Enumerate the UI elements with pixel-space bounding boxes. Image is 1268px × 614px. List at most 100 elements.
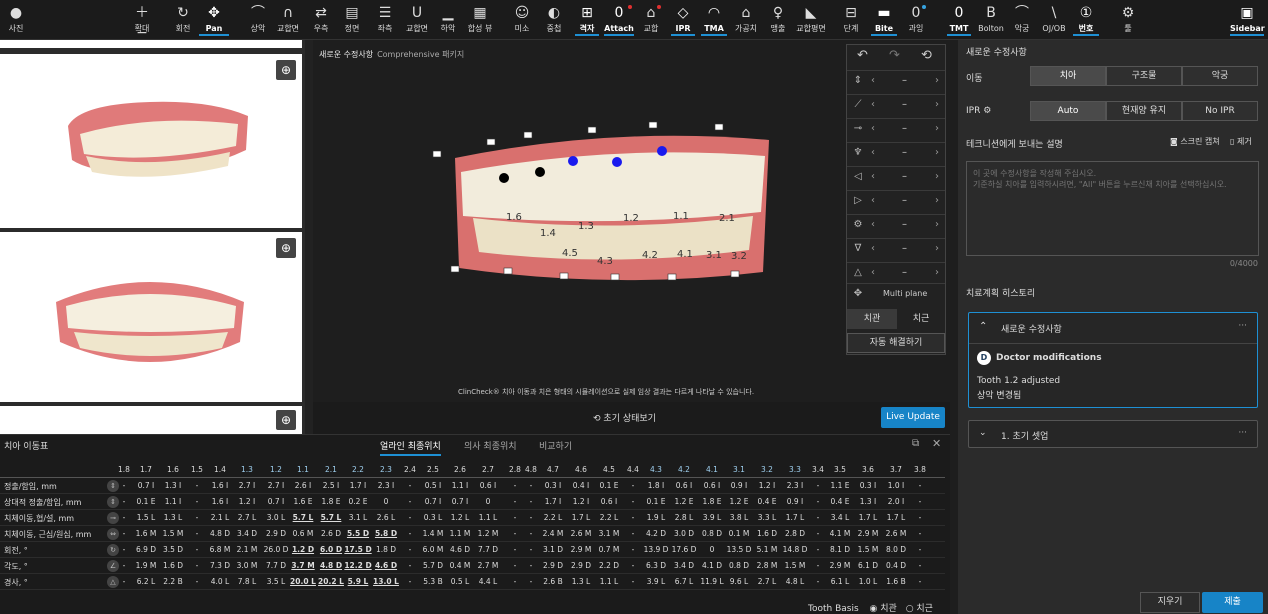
increment-arrow[interactable]: › xyxy=(935,243,939,254)
move-arch-option[interactable]: 악궁 xyxy=(1182,66,1258,86)
tooth-column-header[interactable]: 2.7 xyxy=(474,465,502,474)
toolbar-button-23[interactable]: ▬ Bite xyxy=(871,3,897,36)
radio-root[interactable]: ○ 치근 xyxy=(906,604,933,614)
dental-model[interactable]: 1.6 1.4 1.3 1.2 1.1 2.1 4.5 4.3 4.2 4.1 3.1 3.2 xyxy=(313,40,833,340)
increment-arrow[interactable]: › xyxy=(935,219,939,230)
increment-arrow[interactable]: › xyxy=(935,99,939,110)
tab-aligned-final[interactable]: 얼라인 최종위치 xyxy=(380,439,441,456)
radio-crown[interactable]: ◉ 치관 xyxy=(870,604,897,614)
toolbar-button-9[interactable]: U 교합면 xyxy=(402,3,432,34)
tooth-column-header[interactable]: 3.5 xyxy=(826,465,854,474)
tooth-column-header[interactable]: 3.1 xyxy=(725,465,753,474)
toolbar-button-19[interactable]: ⌂ 가공치 xyxy=(732,3,760,34)
tooth-handle[interactable] xyxy=(432,150,442,158)
control-row[interactable]: ◁ ‹ – › xyxy=(847,166,945,189)
toolbar-button-12[interactable]: ☺ 미소 xyxy=(511,3,533,34)
move-attachment-option[interactable]: 구조물 xyxy=(1106,66,1182,86)
toolbar-button-22[interactable]: ⊟ 단계 xyxy=(839,3,863,34)
control-row[interactable]: ⟋ ‹ – › xyxy=(847,94,945,117)
increment-arrow[interactable]: › xyxy=(935,195,939,206)
move-teeth-option[interactable]: 치아 xyxy=(1030,66,1106,86)
tooth-column-header[interactable]: 3.2 xyxy=(753,465,781,474)
toolbar-button-20[interactable]: ♀ 맹출 xyxy=(766,3,790,34)
tooth-handle[interactable] xyxy=(714,123,724,131)
tooth-handle[interactable] xyxy=(486,138,496,146)
decrement-arrow[interactable]: ‹ xyxy=(871,147,875,158)
3d-viewport[interactable]: 새로운 수정사항 Comprehensive 패키지 1.6 1.4 1.3 1.2 1.… xyxy=(313,40,950,402)
tooth-column-header[interactable]: 2.2 xyxy=(344,465,372,474)
toolbar-button-14[interactable]: ⊞ 격자 xyxy=(575,3,599,36)
tech-note-input[interactable] xyxy=(966,161,1259,256)
toolbar-button-29[interactable]: ① 번호 xyxy=(1073,3,1099,36)
toolbar-button-3[interactable]: ✥ Pan xyxy=(199,3,229,36)
auto-resolve-button[interactable]: 자동 해결하기 xyxy=(847,333,945,353)
live-update-button[interactable]: Live Update xyxy=(881,407,945,428)
toolbar-button-2[interactable]: ↻ 회전 xyxy=(170,3,196,34)
tooth-handle[interactable] xyxy=(667,273,677,281)
tooth-handle[interactable] xyxy=(610,273,620,281)
landmark-point[interactable] xyxy=(535,167,545,177)
remove-button[interactable]: ▯ 제거 xyxy=(1230,136,1252,147)
tooth-column-header[interactable]: 1.2 xyxy=(262,465,290,474)
ipr-keep-option[interactable]: 현재양 유지 xyxy=(1106,101,1182,121)
tooth-column-header[interactable]: 4.6 xyxy=(567,465,595,474)
tooth-column-header[interactable]: 1.1 xyxy=(289,465,317,474)
tooth-column-header[interactable]: 3.6 xyxy=(854,465,882,474)
toolbar-button-26[interactable]: B Bolton xyxy=(976,3,1006,34)
ipr-settings-icon[interactable]: ⚙ xyxy=(983,106,991,116)
increment-arrow[interactable]: › xyxy=(935,147,939,158)
decrement-arrow[interactable]: ‹ xyxy=(871,219,875,230)
tooth-handle[interactable] xyxy=(523,131,533,139)
decrement-arrow[interactable]: ‹ xyxy=(871,243,875,254)
toolbar-button-21[interactable]: ◣ 교합평면 xyxy=(794,3,828,34)
tooth-column-header[interactable]: 2.5 xyxy=(419,465,447,474)
toolbar-button-25[interactable]: 0 TMT xyxy=(947,3,971,36)
ipr-none-option[interactable]: No IPR xyxy=(1182,101,1258,121)
more-icon[interactable]: ··· xyxy=(1238,321,1247,331)
photo-occlusal[interactable]: ⊕ xyxy=(0,406,302,434)
tooth-handle[interactable] xyxy=(450,265,460,273)
tooth-column-header[interactable]: 2.6 xyxy=(446,465,474,474)
collapse-icon[interactable]: ⌃ xyxy=(979,321,987,332)
tooth-handle[interactable] xyxy=(503,267,513,275)
increment-arrow[interactable]: › xyxy=(935,267,939,278)
toolbar-button-4[interactable]: ⌒ 상악 xyxy=(246,3,270,34)
history-card-current[interactable]: ⌃ 새로운 수정사항 ··· D Doctor modifications To… xyxy=(968,312,1258,408)
tooth-column-header[interactable]: 2.1 xyxy=(317,465,345,474)
landmark-point[interactable] xyxy=(612,157,622,167)
crown-toggle[interactable]: 치관 xyxy=(847,309,897,329)
toolbar-button-13[interactable]: ◐ 중첩 xyxy=(543,3,565,34)
zoom-icon[interactable]: ⊕ xyxy=(276,238,296,258)
toolbar-button-0[interactable]: ● 사진 xyxy=(1,3,31,34)
decrement-arrow[interactable]: ‹ xyxy=(871,171,875,182)
more-icon[interactable]: ··· xyxy=(1238,428,1247,438)
increment-arrow[interactable]: › xyxy=(935,123,939,134)
decrement-arrow[interactable]: ‹ xyxy=(871,195,875,206)
root-toggle[interactable]: 치근 xyxy=(897,309,945,329)
toolbar-button-27[interactable]: ⌒ 악궁 xyxy=(1010,3,1034,34)
toolbar-button-17[interactable]: ◇ IPR xyxy=(671,3,695,36)
clear-button[interactable]: 지우기 xyxy=(1140,592,1200,613)
copy-icon[interactable]: ⧉ xyxy=(912,438,919,449)
control-row[interactable]: △ ‹ – › xyxy=(847,262,945,285)
landmark-point[interactable] xyxy=(568,156,578,166)
tooth-column-header[interactable]: 1.7 xyxy=(132,465,160,474)
screen-capture-button[interactable]: ◙ 스크린 캡쳐 xyxy=(1170,136,1220,147)
tooth-handle[interactable] xyxy=(587,126,597,134)
control-row[interactable]: ⊸ ‹ – › xyxy=(847,118,945,141)
close-icon[interactable]: ✕ xyxy=(932,437,941,450)
panel-splitter[interactable] xyxy=(305,40,313,434)
toolbar-button-7[interactable]: ▤ 정면 xyxy=(340,3,364,34)
control-row[interactable]: ∇ ‹ – › xyxy=(847,238,945,261)
expand-icon[interactable]: ⌄ xyxy=(979,428,987,438)
toolbar-button-31[interactable]: ▣ Sidebar xyxy=(1230,3,1265,36)
toolbar-button-11[interactable]: ▦ 합성 뷰 xyxy=(463,3,497,34)
decrement-arrow[interactable]: ‹ xyxy=(871,75,875,86)
toolbar-button-28[interactable]: \ OJ/OB xyxy=(1039,3,1069,34)
zoom-icon[interactable]: ⊕ xyxy=(276,410,296,430)
toolbar-button-6[interactable]: ⇄ 우측 xyxy=(309,3,333,34)
control-row[interactable]: ⚙ ‹ – › xyxy=(847,214,945,237)
undo-icon[interactable]: ↶ xyxy=(857,48,868,63)
toolbar-button-5[interactable]: ∩ 교합면 xyxy=(275,3,301,34)
tooth-column-header[interactable]: 3.8 xyxy=(906,465,934,474)
